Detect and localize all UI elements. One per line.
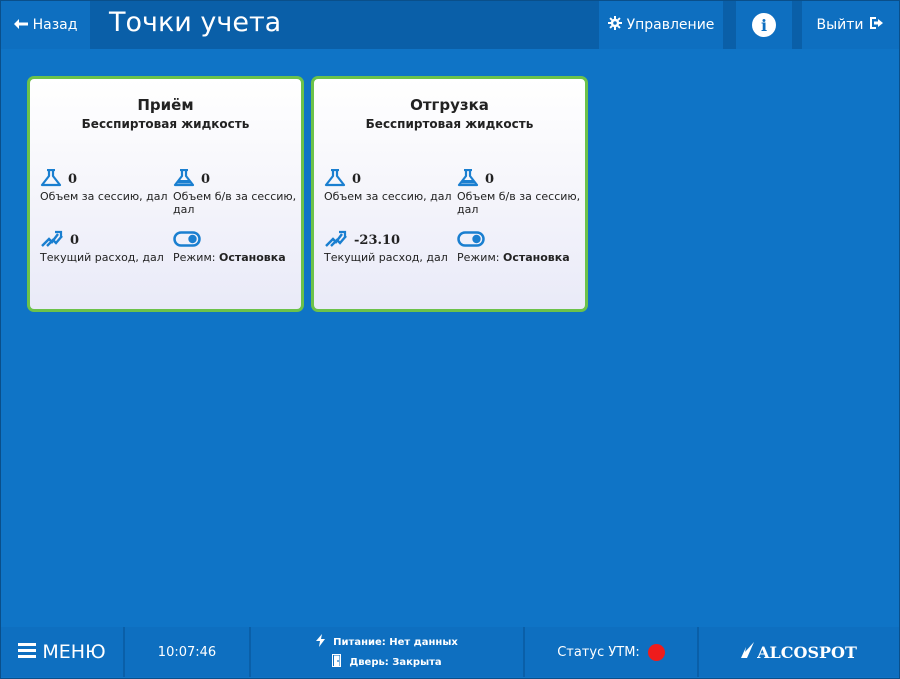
page-title: Точки учета xyxy=(109,7,282,38)
metric-label: Объем б/в за сессию, дал xyxy=(457,190,581,216)
door-icon xyxy=(332,654,342,670)
mode-label: Режим: xyxy=(173,251,216,264)
manage-label: Управление xyxy=(626,17,715,33)
gear-icon xyxy=(607,16,622,34)
logo-mark-icon xyxy=(741,642,755,662)
manage-button[interactable]: Управление xyxy=(599,1,723,49)
flask-icon xyxy=(324,168,346,190)
metric-label: Режим: Остановка xyxy=(457,251,585,264)
card-subtitle: Бесспиртовая жидкость xyxy=(365,117,534,131)
arrow-left-icon xyxy=(13,17,28,33)
card-title: Приём xyxy=(137,96,194,114)
metric-label: Объем за сессию, дал xyxy=(40,190,168,203)
exit-label: Выйти xyxy=(816,17,864,33)
logo-text: ALCOSPOT xyxy=(757,642,857,662)
metric-volume-session: 0 Объем за сессию, дал xyxy=(324,168,452,203)
info-button[interactable]: i xyxy=(736,1,792,49)
metric-volume-session: 0 Объем за сессию, дал xyxy=(40,168,168,203)
mode-value: Остановка xyxy=(218,251,286,264)
card-title: Отгрузка xyxy=(410,96,489,114)
metric-value: 0 xyxy=(68,171,78,187)
metering-point-card[interactable]: Отгрузка Бесспиртовая жидкость 0 Объем з… xyxy=(311,76,588,312)
mode-label: Режим: xyxy=(457,251,500,264)
exit-button[interactable]: Выйти xyxy=(802,1,899,49)
power-status: Питание: Нет данных xyxy=(333,636,458,648)
metering-point-card[interactable]: Приём Бесспиртовая жидкость 0 Объем за с… xyxy=(27,76,304,312)
metric-label: Объем за сессию, дал xyxy=(324,190,452,203)
metric-value: 0 xyxy=(201,171,211,187)
metric-value: 0 xyxy=(70,232,80,248)
mode-value: Остановка xyxy=(502,251,570,264)
metric-label: Текущий расход, дал xyxy=(324,251,448,264)
metric-label: Объем б/в за сессию, дал xyxy=(173,190,297,216)
toggle-icon xyxy=(457,230,485,250)
lightning-icon xyxy=(316,634,326,650)
metric-label: Текущий расход, дал xyxy=(40,251,164,264)
alcospot-logo: ALCOSPOT xyxy=(699,627,899,677)
flow-icon xyxy=(40,230,64,251)
metric-volume-bv: 0 Объем б/в за сессию, дал xyxy=(457,168,585,216)
flask-icon xyxy=(40,168,62,190)
device-status: Питание: Нет данных Дверь: Закрыта xyxy=(251,627,523,677)
metric-volume-bv: 0 Объем б/в за сессию, дал xyxy=(173,168,301,216)
metric-flow: 0 Текущий расход, дал xyxy=(40,230,168,264)
back-button[interactable]: Назад xyxy=(1,1,90,49)
door-status: Дверь: Закрыта xyxy=(349,656,442,668)
utm-status: Статус УТМ: xyxy=(525,627,697,677)
flow-icon xyxy=(324,230,348,251)
hamburger-icon xyxy=(18,641,37,663)
metric-value: 0 xyxy=(352,171,362,187)
utm-status-indicator xyxy=(647,643,665,661)
sign-out-icon xyxy=(869,16,885,34)
menu-label: МЕНЮ xyxy=(42,641,106,663)
metric-value: 0 xyxy=(485,171,495,187)
flask-filled-icon xyxy=(173,168,195,190)
metric-mode: Режим: Остановка xyxy=(173,230,301,264)
card-subtitle: Бесспиртовая жидкость xyxy=(81,117,250,131)
flask-filled-icon xyxy=(457,168,479,190)
metric-mode: Режим: Остановка xyxy=(457,230,585,264)
metric-value: -23.10 xyxy=(354,232,401,248)
info-icon: i xyxy=(752,13,776,37)
toggle-icon xyxy=(173,230,201,250)
back-label: Назад xyxy=(32,17,78,33)
clock: 10:07:46 xyxy=(125,627,249,677)
header-bar: Назад Точки учета Управление i Выйти xyxy=(1,1,899,49)
footer-bar: МЕНЮ 10:07:46 Питание: Нет данных Дверь:… xyxy=(1,627,899,677)
utm-label: Статус УТМ: xyxy=(557,644,640,660)
metric-label: Режим: Остановка xyxy=(173,251,301,264)
metric-flow: -23.10 Текущий расход, дал xyxy=(324,230,452,264)
menu-button[interactable]: МЕНЮ xyxy=(1,627,123,677)
